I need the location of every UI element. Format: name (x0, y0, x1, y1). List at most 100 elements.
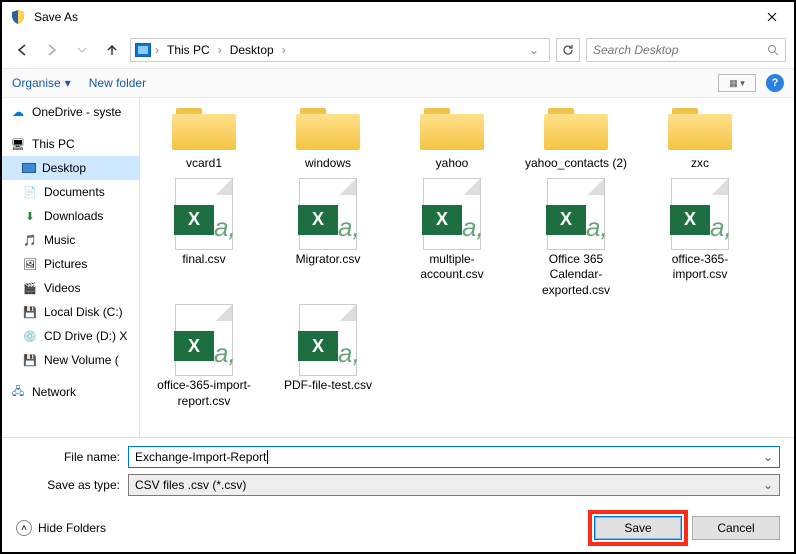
csv-file-icon: Xa, (175, 178, 233, 250)
breadcrumb-sep: › (155, 43, 159, 57)
refresh-icon (562, 44, 574, 56)
item-label: PDF-file-test.csv (284, 378, 372, 394)
save-panel: File name: Exchange-Import-Report ⌄ Save… (2, 437, 794, 506)
folder-item[interactable]: vcard1 (150, 104, 258, 172)
view-icon: ▦ ▾ (729, 78, 745, 89)
chevron-down-icon (77, 47, 87, 53)
sidebar-item-pictures[interactable]: Pictures (2, 252, 139, 276)
sidebar-item-local-disk[interactable]: Local Disk (C:) (2, 300, 139, 324)
app-icon (10, 9, 26, 25)
folder-icon (666, 104, 734, 152)
refresh-button[interactable] (556, 38, 580, 62)
item-label: Migrator.csv (296, 252, 361, 268)
desktop-icon (22, 163, 36, 173)
file-item[interactable]: Xa,office-365-import.csv (646, 178, 754, 299)
arrow-up-icon (105, 43, 119, 57)
breadcrumb-part[interactable]: Desktop (226, 41, 278, 59)
view-options-button[interactable]: ▦ ▾ (718, 74, 756, 92)
chevron-down-icon: ▾ (65, 76, 71, 90)
chevron-down-icon[interactable]: ⌄ (763, 450, 773, 464)
save-button[interactable]: Save (594, 516, 682, 540)
text-cursor (267, 450, 268, 464)
csv-file-icon: Xa, (423, 178, 481, 250)
filename-label: File name: (16, 450, 120, 464)
breadcrumb-part[interactable]: This PC (163, 41, 214, 59)
up-button[interactable] (100, 38, 124, 62)
cancel-button[interactable]: Cancel (692, 516, 780, 540)
cloud-icon (10, 104, 26, 120)
videos-icon (22, 280, 38, 296)
network-icon (10, 384, 26, 400)
arrow-right-icon (45, 43, 59, 57)
pc-icon (10, 136, 26, 152)
filetype-select[interactable]: CSV files .csv (*.csv) (128, 474, 780, 496)
address-bar[interactable]: › This PC › Desktop › ⌄ (130, 38, 550, 62)
file-item[interactable]: Xa,Office 365 Calendar-exported.csv (522, 178, 630, 299)
folder-item[interactable]: zxc (646, 104, 754, 172)
cd-icon (22, 328, 38, 344)
file-item[interactable]: Xa, PDF-file-test.csv (274, 304, 382, 409)
recent-locations[interactable] (70, 38, 94, 62)
file-item[interactable]: Xa, Migrator.csv (274, 178, 382, 299)
csv-file-icon: Xa, (547, 178, 605, 250)
sidebar-item-desktop[interactable]: Desktop (2, 156, 139, 180)
csv-file-icon: Xa, (671, 178, 729, 250)
arrow-left-icon (15, 43, 29, 57)
search-icon (767, 44, 779, 56)
new-folder-button[interactable]: New folder (89, 76, 146, 90)
sidebar-item-music[interactable]: Music (2, 228, 139, 252)
documents-icon (22, 184, 38, 200)
folder-item[interactable]: yahoo (398, 104, 506, 172)
filetype-label: Save as type: (16, 478, 120, 492)
address-dropdown[interactable]: ⌄ (523, 43, 545, 57)
pictures-icon (22, 256, 38, 272)
item-label: multiple-account.csv (398, 252, 506, 283)
folder-icon (170, 104, 238, 152)
filename-input[interactable]: Exchange-Import-Report ⌄ (128, 446, 780, 468)
item-label: office-365-import.csv (646, 252, 754, 283)
file-item[interactable]: Xa, final.csv (150, 178, 258, 299)
folder-icon (418, 104, 486, 152)
folder-item[interactable]: yahoo_contacts (2) (522, 104, 630, 172)
forward-button[interactable] (40, 38, 64, 62)
hide-folders-button[interactable]: ˄ Hide Folders (16, 520, 106, 536)
sidebar-item-onedrive[interactable]: OneDrive - syste (2, 100, 139, 124)
close-button[interactable] (750, 2, 794, 32)
breadcrumb-sep: › (282, 43, 286, 57)
item-label: yahoo_contacts (2) (525, 156, 627, 172)
folder-item[interactable]: windows (274, 104, 382, 172)
folder-icon (542, 104, 610, 152)
item-label: yahoo (436, 156, 469, 172)
file-item[interactable]: Xa,office-365-import-report.csv (150, 304, 258, 409)
file-item[interactable]: Xa,multiple-account.csv (398, 178, 506, 299)
csv-file-icon: Xa, (175, 304, 233, 376)
chevron-up-icon: ˄ (16, 520, 32, 536)
file-list[interactable]: vcard1 windows yahoo yahoo_contacts (2) zxc X… (140, 98, 794, 437)
folder-icon (294, 104, 362, 152)
sidebar-item-this-pc[interactable]: This PC (2, 132, 139, 156)
sidebar-item-new-volume[interactable]: New Volume ( (2, 348, 139, 372)
sidebar-item-downloads[interactable]: Downloads (2, 204, 139, 228)
back-button[interactable] (10, 38, 34, 62)
search-placeholder: Search Desktop (593, 43, 678, 57)
help-button[interactable]: ? (766, 74, 784, 92)
item-label: final.csv (182, 252, 225, 268)
search-input[interactable]: Search Desktop (586, 38, 786, 62)
item-label: vcard1 (186, 156, 222, 172)
item-label: zxc (691, 156, 709, 172)
csv-file-icon: Xa, (299, 178, 357, 250)
sidebar-item-documents[interactable]: Documents (2, 180, 139, 204)
close-icon (767, 12, 777, 22)
downloads-icon (22, 208, 38, 224)
sidebar-item-videos[interactable]: Videos (2, 276, 139, 300)
toolbar: Organise ▾ New folder ▦ ▾ ? (2, 68, 794, 98)
breadcrumb-sep: › (218, 43, 222, 57)
location-icon (135, 43, 151, 57)
sidebar-item-cd-drive[interactable]: CD Drive (D:) X (2, 324, 139, 348)
disk-icon (22, 352, 38, 368)
organise-button[interactable]: Organise ▾ (12, 76, 71, 90)
window-title: Save As (34, 10, 750, 24)
csv-file-icon: Xa, (299, 304, 357, 376)
sidebar-item-network[interactable]: Network (2, 380, 139, 404)
dialog-footer: ˄ Hide Folders Save Cancel (2, 506, 794, 552)
